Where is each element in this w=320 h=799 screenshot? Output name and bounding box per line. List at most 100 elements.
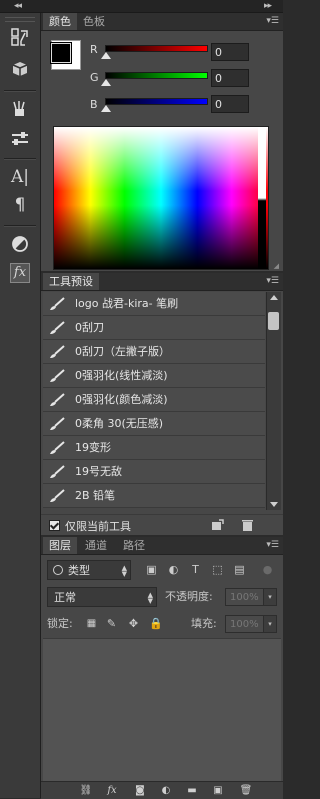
adjust-icon[interactable] bbox=[8, 127, 32, 151]
filter-toggle-icon[interactable]: ● bbox=[261, 563, 274, 576]
preset-label: 0刮刀 bbox=[75, 321, 104, 334]
fx-icon[interactable]: fx bbox=[105, 784, 119, 797]
blue-value-field[interactable]: 0 bbox=[211, 95, 249, 113]
layers-tabs: 图层 通道 路径 ▾☰ bbox=[41, 537, 283, 555]
tab-paths[interactable]: 路径 bbox=[117, 537, 151, 554]
brush-icon bbox=[50, 297, 65, 310]
fill-value: 100% bbox=[230, 619, 259, 630]
character-icon[interactable]: A| bbox=[8, 165, 32, 189]
green-value-field[interactable]: 0 bbox=[211, 69, 249, 87]
tab-swatches[interactable]: 色板 bbox=[77, 13, 111, 30]
paragraph-icon[interactable]: ¶ bbox=[8, 193, 32, 217]
chevron-down-icon[interactable]: ▾ bbox=[263, 589, 276, 605]
new-layer-icon[interactable]: ▣ bbox=[211, 784, 225, 797]
shape-filter-icon[interactable]: ⬚ bbox=[211, 563, 224, 576]
collapse-left-icon[interactable]: ◂◂ bbox=[14, 0, 22, 12]
list-item[interactable]: 0强羽化(线性减淡) bbox=[43, 364, 265, 388]
chevron-down-icon[interactable]: ▾ bbox=[263, 616, 276, 632]
red-value-field[interactable]: 0 bbox=[211, 43, 249, 61]
list-item[interactable]: 19变形 bbox=[43, 436, 265, 460]
panel-dock-toolbar: A| ¶ fx bbox=[0, 13, 41, 798]
foreground-color-swatch[interactable] bbox=[51, 43, 71, 63]
current-tool-only-checkbox[interactable] bbox=[49, 520, 60, 531]
scroll-thumb[interactable] bbox=[268, 312, 279, 330]
adjustments-circle-icon[interactable] bbox=[8, 232, 32, 256]
blue-slider[interactable] bbox=[105, 98, 208, 105]
trash-icon[interactable] bbox=[241, 519, 254, 531]
tab-color[interactable]: 颜色 bbox=[43, 13, 77, 30]
brush-icon bbox=[50, 369, 65, 382]
new-preset-icon[interactable] bbox=[211, 519, 224, 531]
toolbar-grip[interactable] bbox=[5, 17, 35, 22]
list-item[interactable]: 2B 铅笔 bbox=[43, 484, 265, 508]
trash-icon[interactable]: 🗑 bbox=[239, 784, 253, 797]
red-slider-thumb[interactable] bbox=[101, 52, 111, 59]
3d-icon[interactable] bbox=[8, 57, 32, 81]
styles-fx-icon[interactable]: fx bbox=[8, 261, 32, 285]
panel-menu-icon[interactable]: ▾☰ bbox=[266, 15, 279, 27]
resize-grip-icon[interactable]: ◢ bbox=[274, 262, 279, 270]
link-icon[interactable]: ⛓ bbox=[79, 784, 93, 797]
group-icon[interactable]: ▬ bbox=[185, 784, 199, 797]
fill-field[interactable]: 100% ▾ bbox=[225, 615, 277, 633]
list-item[interactable]: 19号无敌 bbox=[43, 460, 265, 484]
updown-icon: ▲ ▼ bbox=[121, 564, 127, 578]
blend-row: 正常 ▲ ▼ 不透明度: 100% ▾ bbox=[45, 587, 281, 609]
list-item[interactable]: logo 战君-kira- 笔刷 bbox=[43, 292, 265, 316]
opacity-field[interactable]: 100% ▾ bbox=[225, 588, 277, 606]
list-item[interactable]: 0刮刀 bbox=[43, 316, 265, 340]
preset-label: 0强羽化(颜色减淡) bbox=[75, 393, 168, 406]
scroll-up-icon[interactable] bbox=[270, 295, 278, 300]
lock-image-icon[interactable]: ✎ bbox=[105, 617, 118, 630]
layers-list[interactable] bbox=[43, 638, 281, 781]
opacity-label: 不透明度: bbox=[165, 590, 213, 603]
preset-label: 2B 铅笔 bbox=[75, 489, 116, 502]
updown-icon: ▲ ▼ bbox=[147, 591, 153, 605]
blue-slider-thumb[interactable] bbox=[101, 105, 111, 112]
collapse-right-icon[interactable]: ▸▸ bbox=[264, 0, 272, 12]
list-item[interactable]: 0柔角 30(无压感) bbox=[43, 412, 265, 436]
preset-list: logo 战君-kira- 笔刷 0刮刀 0刮刀（左撇子版） 0强羽化(线性减淡… bbox=[43, 292, 265, 510]
presets-footer: 仅限当前工具 bbox=[41, 514, 283, 535]
channel-r-label: R bbox=[90, 43, 98, 56]
list-item[interactable]: 0强羽化(颜色减淡) bbox=[43, 388, 265, 412]
current-tool-only-label: 仅限当前工具 bbox=[65, 520, 131, 533]
tab-tool-presets[interactable]: 工具预设 bbox=[43, 273, 99, 290]
panel-menu-icon[interactable]: ▾☰ bbox=[266, 275, 279, 287]
history-icon[interactable] bbox=[8, 25, 32, 49]
lock-position-icon[interactable]: ✥ bbox=[127, 617, 140, 630]
layers-panel: 图层 通道 路径 ▾☰ 类型 ▲ ▼ ▣ ◐ T ⬚ ▤ ● 正常 ▲ ▼ 不透明度… bbox=[41, 537, 283, 799]
scroll-down-icon[interactable] bbox=[270, 502, 278, 507]
mask-icon[interactable]: ◙ bbox=[133, 784, 147, 797]
channel-b-label: B bbox=[90, 98, 98, 111]
type-filter-icon[interactable]: T bbox=[189, 563, 202, 576]
layer-filter-select[interactable]: 类型 ▲ ▼ bbox=[47, 560, 131, 580]
lock-transparent-icon[interactable]: ▦ bbox=[85, 617, 98, 630]
adjustment-filter-icon[interactable]: ◐ bbox=[167, 563, 180, 576]
lock-all-icon[interactable]: 🔒 bbox=[149, 617, 163, 630]
presets-tabs: 工具预设 ▾☰ bbox=[41, 273, 283, 291]
tab-layers[interactable]: 图层 bbox=[43, 537, 77, 554]
top-collapse-bar: ◂◂ ▸▸ bbox=[0, 0, 283, 13]
color-spectrum[interactable] bbox=[53, 126, 269, 270]
opacity-value: 100% bbox=[230, 592, 259, 603]
brush-icon bbox=[50, 393, 65, 406]
smart-object-filter-icon[interactable]: ▤ bbox=[233, 563, 246, 576]
blend-mode-select[interactable]: 正常 ▲ ▼ bbox=[47, 587, 157, 607]
layers-footer: ⛓ fx ◙ ◐ ▬ ▣ 🗑 bbox=[41, 781, 283, 799]
brush-presets-icon[interactable] bbox=[8, 97, 32, 121]
preset-scrollbar[interactable] bbox=[266, 292, 281, 510]
lock-label: 锁定: bbox=[47, 617, 73, 630]
tool-presets-panel: 工具预设 ▾☰ logo 战君-kira- 笔刷 0刮刀 0刮刀（左撇子版） 0… bbox=[41, 273, 283, 535]
image-filter-icon[interactable]: ▣ bbox=[145, 563, 158, 576]
red-slider[interactable] bbox=[105, 45, 208, 52]
panel-menu-icon[interactable]: ▾☰ bbox=[266, 539, 279, 551]
color-panel: 颜色 色板 ▾☰ R 0 G 0 B 0 ◢ bbox=[41, 13, 283, 271]
adjustment-layer-icon[interactable]: ◐ bbox=[159, 784, 173, 797]
list-item[interactable]: 0刮刀（左撇子版） bbox=[43, 340, 265, 364]
green-slider[interactable] bbox=[105, 72, 208, 79]
search-icon bbox=[53, 565, 63, 575]
tab-channels[interactable]: 通道 bbox=[79, 537, 113, 554]
green-slider-thumb[interactable] bbox=[101, 79, 111, 86]
grayscale-strip[interactable] bbox=[258, 127, 266, 269]
